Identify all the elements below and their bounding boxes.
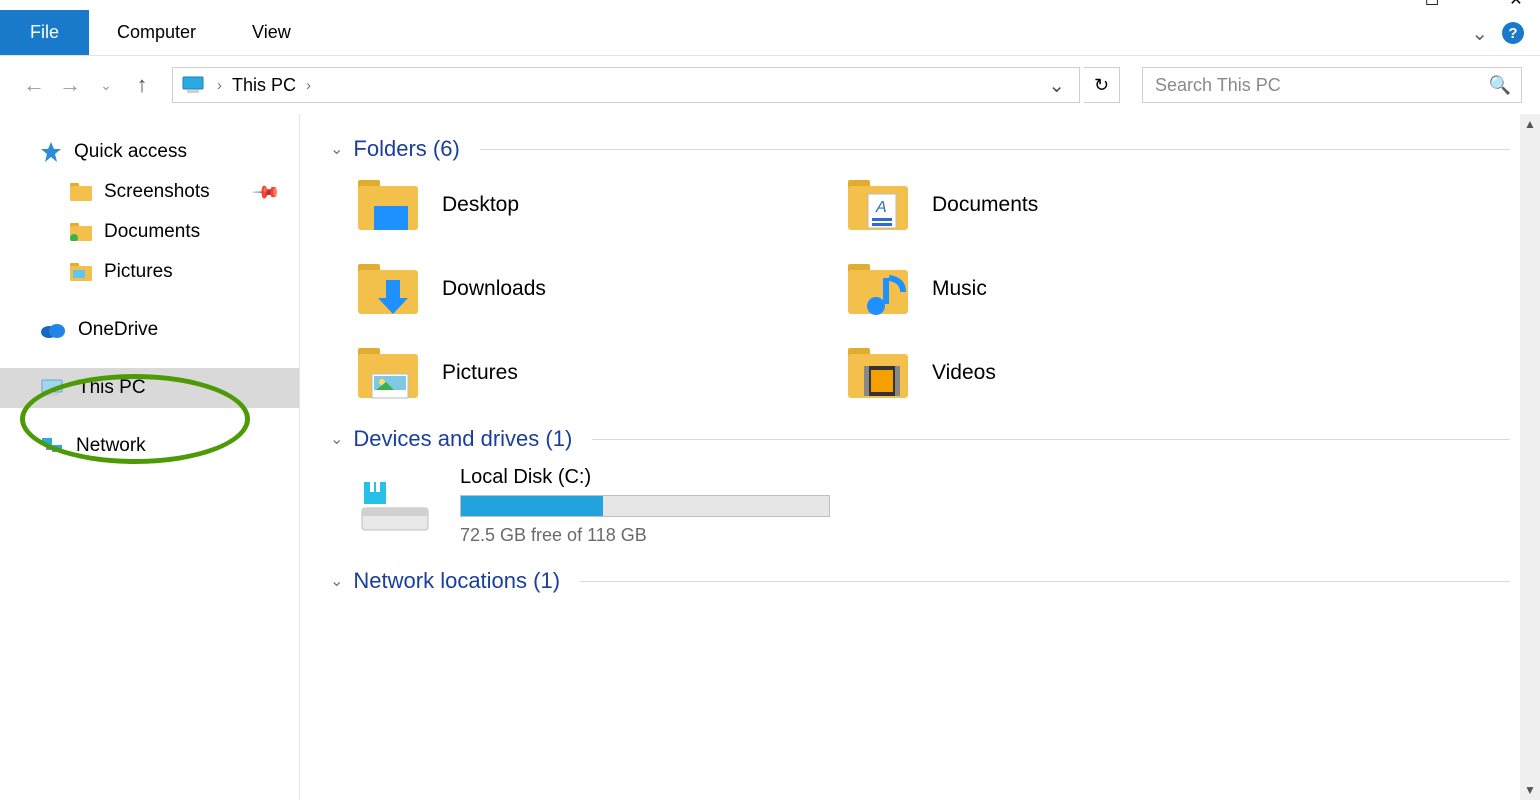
- folder-icon: [70, 263, 92, 281]
- folder-icon: [70, 223, 92, 241]
- search-input[interactable]: [1153, 74, 1489, 97]
- downloads-folder-icon: [356, 260, 420, 318]
- sidebar-quick-access[interactable]: Quick access: [0, 132, 299, 172]
- search-icon: 🔍: [1489, 75, 1511, 96]
- chevron-down-icon: ⌄: [330, 571, 343, 591]
- back-button[interactable]: ←: [18, 69, 50, 101]
- pictures-folder-icon: [356, 344, 420, 402]
- music-folder-icon: [846, 260, 910, 318]
- breadcrumb-sep-icon: ›: [306, 77, 311, 94]
- sidebar-item-label: This PC: [78, 377, 146, 399]
- nav-toolbar: ← → ⌄ ↑ › This PC › ⌄ ↻ 🔍: [0, 56, 1540, 114]
- folder-desktop[interactable]: Desktop: [356, 176, 836, 234]
- sidebar-item-pictures[interactable]: Pictures: [0, 252, 299, 292]
- section-header-folders[interactable]: ⌄ Folders (6): [330, 136, 1510, 162]
- scroll-down-icon[interactable]: ▼: [1524, 780, 1536, 800]
- pin-icon: 📌: [250, 177, 281, 208]
- sidebar-item-label: Quick access: [74, 141, 187, 163]
- folder-label: Desktop: [442, 193, 519, 217]
- sidebar-item-label: OneDrive: [78, 319, 158, 341]
- network-icon: [40, 436, 64, 456]
- section-header-drives[interactable]: ⌄ Devices and drives (1): [330, 426, 1510, 452]
- desktop-folder-icon: [356, 176, 420, 234]
- refresh-button[interactable]: ↻: [1084, 67, 1120, 103]
- sidebar-item-label: Screenshots: [104, 181, 210, 203]
- folder-label: Pictures: [442, 361, 518, 385]
- tab-view[interactable]: View: [224, 10, 319, 55]
- section-divider: [480, 149, 1510, 150]
- sidebar-this-pc[interactable]: This PC: [0, 368, 299, 408]
- folder-label: Documents: [932, 193, 1038, 217]
- sidebar-item-screenshots[interactable]: Screenshots 📌: [0, 172, 299, 212]
- drive-name: Local Disk (C:): [460, 466, 830, 489]
- folder-music[interactable]: Music: [846, 260, 1326, 318]
- onedrive-icon: [40, 321, 66, 339]
- recent-dropdown[interactable]: ⌄: [90, 69, 122, 101]
- file-tab[interactable]: File: [0, 10, 89, 55]
- folder-icon: [70, 183, 92, 201]
- chevron-down-icon: ⌄: [330, 139, 343, 159]
- sidebar-onedrive[interactable]: OneDrive: [0, 310, 299, 350]
- folder-videos[interactable]: Videos: [846, 344, 1326, 402]
- drive-free-text: 72.5 GB free of 118 GB: [460, 525, 830, 546]
- this-pc-icon: [40, 378, 66, 398]
- tab-computer[interactable]: Computer: [89, 10, 224, 55]
- section-divider: [580, 581, 1510, 582]
- quick-access-star-icon: [40, 141, 62, 163]
- navigation-pane: Quick access Screenshots 📌 Documents Pic…: [0, 114, 300, 800]
- videos-folder-icon: [846, 344, 910, 402]
- sidebar-item-label: Pictures: [104, 261, 173, 283]
- vertical-scrollbar[interactable]: ▲ ▼: [1520, 114, 1540, 800]
- folder-label: Videos: [932, 361, 996, 385]
- folder-label: Music: [932, 277, 987, 301]
- address-bar[interactable]: › This PC › ⌄: [172, 67, 1080, 103]
- folder-documents[interactable]: A Documents: [846, 176, 1326, 234]
- address-history-dropdown[interactable]: ⌄: [1042, 73, 1071, 98]
- ribbon-collapse-icon[interactable]: ⌄: [1471, 21, 1488, 46]
- folder-downloads[interactable]: Downloads: [356, 260, 836, 318]
- sidebar-item-documents[interactable]: Documents: [0, 212, 299, 252]
- chevron-down-icon: ⌄: [330, 429, 343, 449]
- help-icon[interactable]: ?: [1502, 22, 1524, 44]
- breadcrumb-this-pc[interactable]: This PC: [232, 75, 296, 96]
- folder-label: Downloads: [442, 277, 546, 301]
- sidebar-item-label: Documents: [104, 221, 200, 243]
- sidebar-item-label: Network: [76, 435, 146, 457]
- up-button[interactable]: ↑: [126, 69, 158, 101]
- sidebar-network[interactable]: Network: [0, 426, 299, 466]
- section-divider: [592, 439, 1510, 440]
- drive-local-disk-c[interactable]: Local Disk (C:) 72.5 GB free of 118 GB: [356, 466, 1510, 546]
- this-pc-icon: [181, 75, 207, 95]
- local-disk-icon: [356, 474, 436, 538]
- documents-folder-icon: A: [846, 176, 910, 234]
- forward-button[interactable]: →: [54, 69, 86, 101]
- search-box[interactable]: 🔍: [1142, 67, 1522, 103]
- svg-text:A: A: [875, 199, 887, 216]
- window-title: This PC: [200, 0, 264, 5]
- folder-pictures[interactable]: Pictures: [356, 344, 836, 402]
- ribbon: File Computer View ⌄ ?: [0, 10, 1540, 56]
- breadcrumb-sep-icon: ›: [217, 77, 222, 94]
- drive-usage-bar: [460, 495, 830, 517]
- section-header-network-locations[interactable]: ⌄ Network locations (1): [330, 568, 1510, 594]
- content-pane: ⌄ Folders (6) Desktop A Documents: [300, 114, 1540, 800]
- scroll-up-icon[interactable]: ▲: [1524, 114, 1536, 134]
